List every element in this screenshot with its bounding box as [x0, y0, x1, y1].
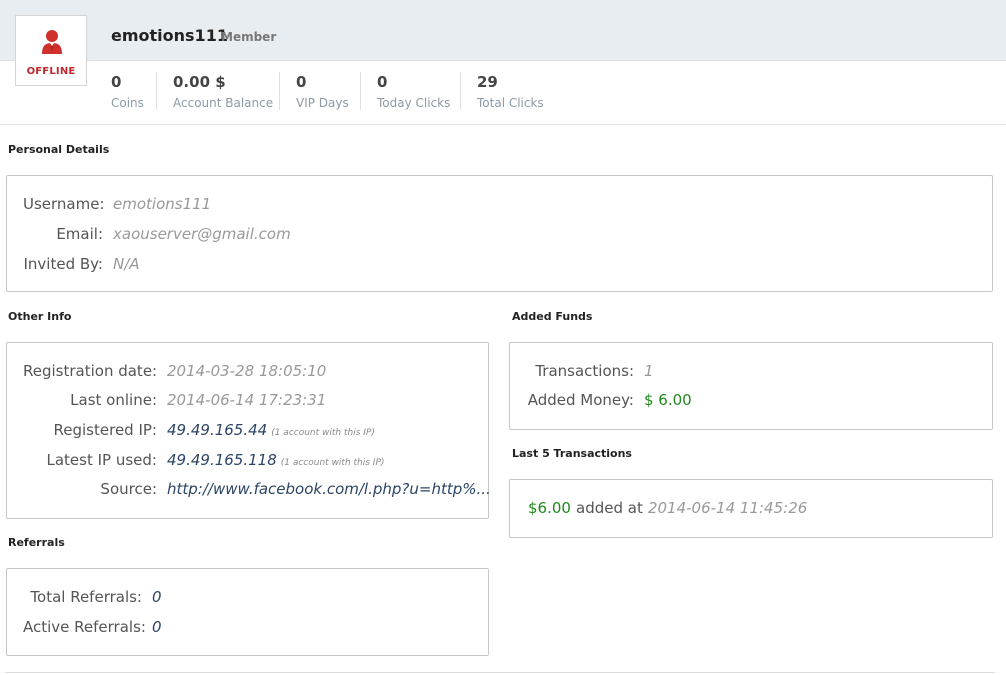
stat-value: 29: [477, 73, 498, 91]
other-info-heading: Other Info: [8, 310, 72, 323]
source-row: Source: http://www.facebook.com/l.php?u=h…: [23, 477, 491, 501]
invited-by-row: Invited By: N/A: [23, 252, 140, 276]
stat-divider: [279, 72, 280, 110]
referrals-heading: Referrals: [8, 536, 65, 549]
added-money-label: Added Money:: [527, 391, 634, 409]
source-label: Source:: [100, 480, 157, 498]
role-badge: Member: [221, 30, 277, 44]
stat-label: VIP Days: [296, 96, 349, 110]
stat-label: Account Balance: [173, 96, 274, 110]
username-label: Username:: [23, 195, 105, 213]
total-referrals-row: Total Referrals: 0: [23, 585, 162, 609]
last-transactions-heading: Last 5 Transactions: [512, 447, 632, 460]
personal-details-panel: Username: emotions111 Email: xaouserver@gm…: [6, 175, 993, 292]
transaction-item: $6.00 added at 2014-06-14 11:45:26: [528, 496, 807, 520]
stat-divider: [460, 72, 461, 110]
status-badge: OFFLINE: [26, 66, 76, 77]
stat-divider: [360, 72, 361, 110]
stat-value: 0.00 $: [173, 73, 226, 91]
referrals-panel: Total Referrals: 0 Active Referrals: 0: [6, 568, 489, 656]
latest-ip-note: (1 account with this IP): [280, 458, 385, 468]
added-money-row: Added Money: $ 6.00: [526, 388, 692, 412]
page-title: emotions111: [111, 26, 228, 45]
registered-ip-row: Registered IP: 49.49.165.44 (1 account wit…: [23, 418, 375, 442]
divider: [5, 672, 995, 673]
added-funds-heading: Added Funds: [512, 310, 593, 323]
stat-vip-days: 0 VIP Days: [296, 72, 349, 112]
profile-header: OFFLINE emotions111 Member 0 Coins 0.00 …: [0, 0, 1006, 125]
source-link[interactable]: http://www.facebook.com/l.php?u=http%...: [167, 480, 491, 498]
registration-date-row: Registration date: 2014-03-28 18:05:10: [23, 359, 326, 383]
stat-divider: [156, 72, 157, 110]
username-value: emotions111: [113, 195, 212, 213]
transaction-amount: $6.00: [528, 499, 571, 517]
stat-coins: 0 Coins: [111, 72, 144, 112]
transactions-value: 1: [644, 362, 654, 380]
email-row: Email: xaouserver@gmail.com: [23, 222, 291, 246]
last-transactions-panel: $6.00 added at 2014-06-14 11:45:26: [509, 479, 993, 538]
transaction-date: 2014-06-14 11:45:26: [647, 499, 808, 517]
stat-today-clicks: 0 Today Clicks: [377, 72, 450, 112]
invited-by-value: N/A: [113, 255, 140, 273]
active-referrals-row: Active Referrals: 0: [23, 615, 162, 639]
stat-label: Today Clicks: [377, 96, 451, 110]
avatar[interactable]: OFFLINE: [15, 15, 87, 86]
active-referrals-value: 0: [152, 618, 162, 636]
last-online-label: Last online:: [70, 391, 157, 409]
registration-date-label: Registration date:: [23, 362, 158, 380]
email-value: xaouserver@gmail.com: [113, 225, 291, 243]
stat-total-clicks: 29 Total Clicks: [477, 72, 544, 112]
stat-value: 0: [296, 73, 307, 91]
last-online-row: Last online: 2014-06-14 17:23:31: [23, 388, 326, 412]
personal-details-heading: Personal Details: [8, 143, 110, 156]
last-online-value: 2014-06-14 17:23:31: [167, 391, 327, 409]
registered-ip-label: Registered IP:: [53, 421, 157, 439]
latest-ip-label: Latest IP used:: [46, 451, 158, 469]
stat-label: Total Clicks: [477, 96, 544, 110]
registration-date-value: 2014-03-28 18:05:10: [167, 362, 327, 380]
email-label: Email:: [56, 225, 103, 243]
transaction-text: added at: [576, 499, 643, 517]
total-referrals-label: Total Referrals:: [30, 588, 142, 606]
transactions-row: Transactions: 1: [526, 359, 654, 383]
invited-by-label: Invited By:: [23, 255, 103, 273]
total-referrals-value: 0: [152, 588, 162, 606]
active-referrals-label: Active Referrals:: [23, 618, 146, 636]
added-funds-panel: Transactions: 1 Added Money: $ 6.00: [509, 342, 993, 430]
stat-value: 0: [111, 73, 122, 91]
latest-ip-row: Latest IP used: 49.49.165.118 (1 account w…: [23, 448, 385, 472]
added-money-value: $ 6.00: [644, 391, 692, 409]
other-info-panel: Registration date: 2014-03-28 18:05:10 La…: [6, 342, 491, 519]
stat-value: 0: [377, 73, 388, 91]
transactions-label: Transactions:: [535, 362, 634, 380]
stat-account-balance: 0.00 $ Account Balance: [173, 72, 273, 112]
registered-ip-note: (1 account with this IP): [271, 428, 375, 438]
latest-ip-link[interactable]: 49.49.165.118: [167, 451, 277, 469]
user-icon: [42, 30, 62, 54]
username-row: Username: emotions111: [23, 192, 211, 216]
registered-ip-link[interactable]: 49.49.165.44: [167, 421, 267, 439]
stat-label: Coins: [111, 96, 144, 110]
